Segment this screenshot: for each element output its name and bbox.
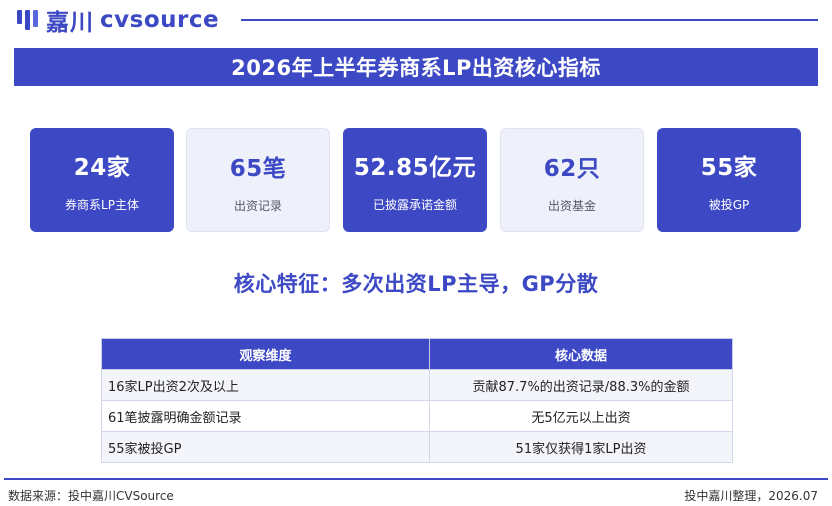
cvsource-logo-icon	[17, 10, 38, 30]
kpi-label: 券商系LP主体	[65, 198, 139, 212]
table-cell-dimension: 55家被投GP	[101, 431, 430, 463]
kpi-label: 已披露承诺金额	[372, 198, 457, 212]
table-row: 16家LP出资2次及以上 贡献87.7%的出资记录/88.3%的金额	[101, 369, 733, 401]
table-header-dimension: 观察维度	[101, 338, 430, 370]
page-title: 2026年上半年券商系LP出资核心指标	[231, 56, 601, 80]
table-header-row: 观察维度 核心数据	[101, 338, 733, 370]
table-cell-data: 51家仅获得1家LP出资	[429, 431, 733, 463]
data-source-note: 数据来源：投中嘉川CVSource	[8, 489, 174, 503]
compiled-by-note: 投中嘉川整理，2026.07	[684, 489, 818, 503]
title-banner: 2026年上半年券商系LP出资核心指标	[14, 48, 818, 86]
section-subtitle: 核心特征：多次出资LP主导，GP分散	[233, 272, 599, 296]
kpi-label: 出资基金	[547, 199, 596, 213]
kpi-card-funds: 62只 出资基金	[500, 128, 644, 232]
header-divider	[241, 19, 818, 21]
footer-divider	[4, 478, 828, 480]
kpi-card-committed-amount: 52.85亿元 已披露承诺金额	[343, 128, 487, 232]
kpi-card-investment-records: 65笔 出资记录	[186, 128, 330, 232]
kpi-value: 24家	[73, 155, 131, 181]
table-row: 55家被投GP 51家仅获得1家LP出资	[101, 431, 733, 463]
kpi-value: 62只	[543, 156, 601, 182]
brand-logo: 嘉川 cvsource	[14, 6, 220, 36]
table-cell-data: 无5亿元以上出资	[429, 400, 733, 432]
table-header-data: 核心数据	[429, 338, 733, 370]
table-cell-dimension: 16家LP出资2次及以上	[101, 369, 430, 401]
logo-chinese-text: 嘉川	[46, 10, 94, 36]
table-row: 61笔披露明确金额记录 无5亿元以上出资	[101, 400, 733, 432]
logo-english-text: cvsource	[100, 7, 220, 33]
kpi-value: 55家	[700, 155, 758, 181]
kpi-card-lp-entities: 24家 券商系LP主体	[30, 128, 174, 232]
kpi-label: 出资记录	[233, 199, 282, 213]
core-data-table: 观察维度 核心数据 16家LP出资2次及以上 贡献87.7%的出资记录/88.3…	[101, 338, 733, 463]
table-cell-data: 贡献87.7%的出资记录/88.3%的金额	[429, 369, 733, 401]
kpi-label: 被投GP	[708, 198, 750, 212]
kpi-value: 52.85亿元	[353, 155, 477, 181]
kpi-value: 65笔	[229, 156, 287, 182]
kpi-card-gps: 55家 被投GP	[657, 128, 801, 232]
table-cell-dimension: 61笔披露明确金额记录	[101, 400, 430, 432]
